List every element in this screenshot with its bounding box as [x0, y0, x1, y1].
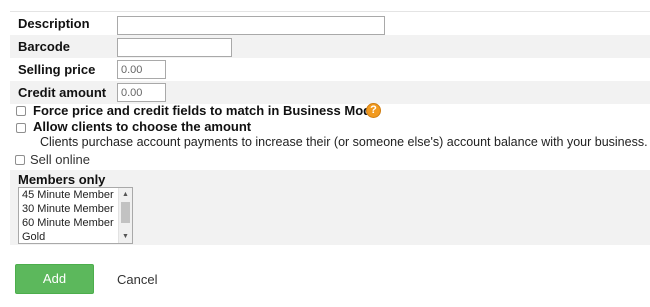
selling-price-row: Selling price — [10, 58, 650, 81]
description-row: Description — [10, 12, 650, 35]
scrollbar-thumb[interactable] — [121, 202, 130, 223]
barcode-input[interactable] — [117, 38, 232, 57]
sell-online-label: Sell online — [30, 152, 90, 167]
scroll-up-arrow-icon[interactable]: ▲ — [119, 188, 132, 201]
barcode-row: Barcode — [10, 35, 650, 58]
selling-price-input[interactable] — [117, 60, 166, 79]
members-only-section: Members only 45 Minute Member 30 Minute … — [10, 170, 650, 245]
sell-online-checkbox[interactable] — [15, 155, 25, 165]
force-match-checkbox[interactable] — [16, 106, 26, 116]
selling-price-label: Selling price — [18, 62, 96, 77]
members-only-listbox[interactable]: 45 Minute Member 30 Minute Member 60 Min… — [18, 187, 133, 244]
scroll-down-arrow-icon[interactable]: ▼ — [119, 230, 132, 243]
credit-amount-label: Credit amount — [18, 85, 107, 100]
allow-choose-amount-label: Allow clients to choose the amount — [33, 119, 252, 134]
members-only-label: Members only — [18, 172, 106, 187]
cancel-link[interactable]: Cancel — [117, 272, 157, 287]
help-icon[interactable]: ? — [366, 103, 381, 118]
members-option[interactable]: 60 Minute Member — [22, 217, 114, 229]
description-input[interactable] — [117, 16, 385, 35]
allow-choose-amount-checkbox[interactable] — [16, 123, 26, 133]
allow-choose-amount-description: Clients purchase account payments to inc… — [40, 135, 648, 149]
add-button[interactable]: Add — [15, 264, 94, 294]
description-label: Description — [18, 16, 90, 31]
credit-amount-row: Credit amount — [10, 81, 650, 104]
force-match-label: Force price and credit fields to match i… — [33, 103, 379, 118]
credit-amount-input[interactable] — [117, 83, 166, 102]
members-option[interactable]: 45 Minute Member — [22, 189, 114, 201]
members-option[interactable]: Gold — [22, 231, 45, 243]
listbox-scrollbar[interactable]: ▲ ▼ — [118, 188, 132, 243]
barcode-label: Barcode — [18, 39, 71, 54]
members-option[interactable]: 30 Minute Member — [22, 203, 114, 215]
